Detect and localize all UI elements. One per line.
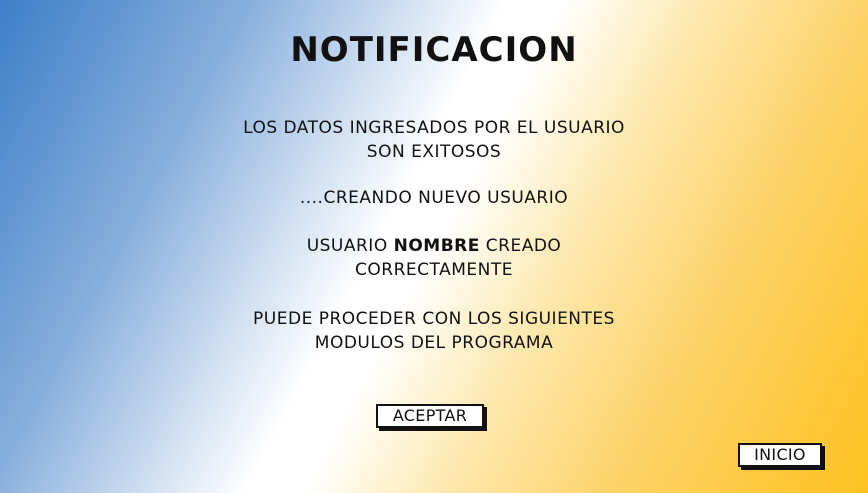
user-created-suffix: CREADO: [479, 236, 562, 256]
user-created-line1: USUARIO NOMBRE CREADO: [0, 234, 868, 258]
page-title: NOTIFICACION: [290, 30, 578, 70]
creating-user-text: ....CREANDO NUEVO USUARIO: [299, 188, 569, 208]
success-message: LOS DATOS INGRESADOS POR EL USUARIO SON …: [0, 116, 868, 164]
user-created-message: USUARIO NOMBRE CREADO CORRECTAMENTE: [0, 234, 868, 282]
proceed-message: PUEDE PROCEDER CON LOS SIGUIENTES MODULO…: [0, 307, 868, 355]
success-message-line1: LOS DATOS INGRESADOS POR EL USUARIO: [243, 118, 625, 138]
success-message-line2: SON EXITOSOS: [366, 142, 502, 162]
proceed-line2: MODULOS DEL PROGRAMA: [314, 333, 554, 353]
home-button[interactable]: INICIO: [738, 443, 822, 467]
proceed-line1: PUEDE PROCEDER CON LOS SIGUIENTES: [253, 309, 615, 329]
accept-button[interactable]: ACEPTAR: [376, 404, 484, 428]
user-created-prefix: USUARIO: [306, 236, 394, 256]
creating-user-message: ....CREANDO NUEVO USUARIO: [0, 186, 868, 210]
user-created-line2: CORRECTAMENTE: [355, 260, 513, 280]
user-name: NOMBRE: [393, 236, 480, 256]
